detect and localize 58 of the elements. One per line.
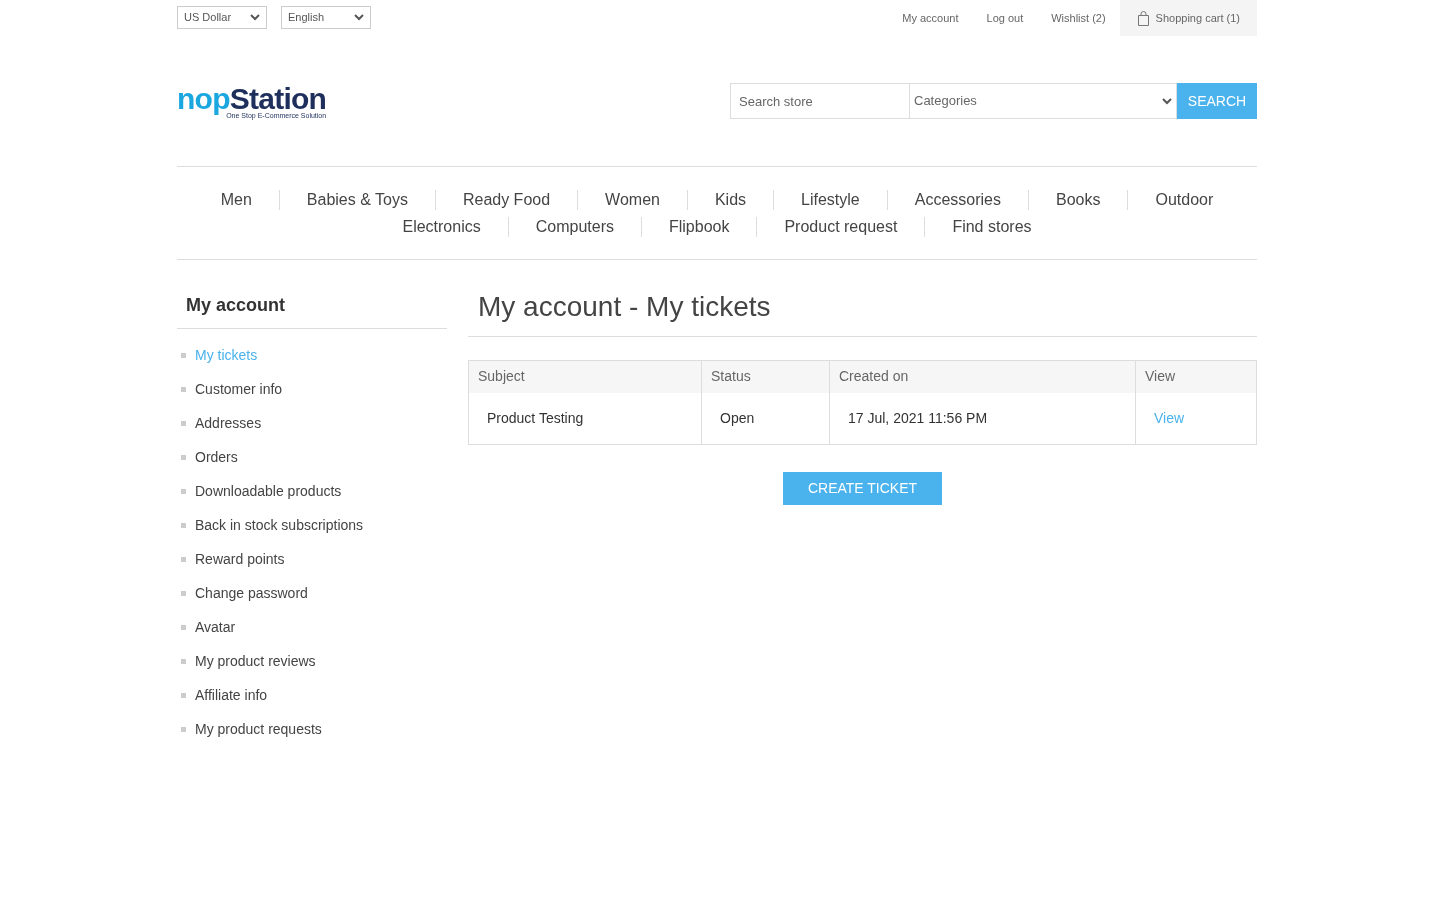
menu-link[interactable]: Women <box>577 190 687 210</box>
column-header: Status <box>701 360 830 393</box>
column-header: Subject <box>468 360 702 393</box>
menu-link[interactable]: Lifestyle <box>773 190 887 210</box>
category-select[interactable]: Categories <box>910 83 1177 119</box>
sidebar-link[interactable]: Change password <box>195 582 308 604</box>
sidebar-link[interactable]: Back in stock subscriptions <box>195 514 364 536</box>
sidebar-link[interactable]: Orders <box>195 446 238 468</box>
menu-link[interactable]: Outdoor <box>1127 190 1241 210</box>
header-link[interactable]: Log out <box>972 9 1038 27</box>
sidebar-title: My account <box>177 292 447 329</box>
sidebar-link[interactable]: Downloadable products <box>195 480 342 502</box>
sidebar-link[interactable]: My product reviews <box>195 650 316 672</box>
dropdown-select[interactable]: US Dollar <box>177 6 267 29</box>
dropdown-select[interactable]: English <box>281 6 371 29</box>
sidebar-link[interactable]: Reward points <box>195 548 285 570</box>
shopping-bag-icon <box>1136 10 1150 26</box>
header-link[interactable]: Wishlist (2) <box>1037 9 1120 27</box>
bullet-icon <box>181 488 186 494</box>
menu-link[interactable]: Flipbook <box>640 217 757 237</box>
menu-link[interactable]: Accessories <box>886 190 1028 210</box>
bullet-icon <box>181 658 186 664</box>
menu-link[interactable]: Men <box>193 190 279 210</box>
table-cell: 17 Jul, 2021 11:56 PM <box>829 392 1136 445</box>
table-cell: Open <box>701 392 830 445</box>
sidebar-link[interactable]: Addresses <box>195 412 262 434</box>
bullet-icon <box>181 556 186 562</box>
sidebar-link[interactable]: Affiliate info <box>195 684 268 706</box>
table-cell: Product Testing <box>468 392 702 445</box>
bullet-icon <box>181 692 186 698</box>
search-field[interactable]: Search store <box>730 83 910 119</box>
menu-link[interactable]: Kids <box>686 190 774 210</box>
chevron-down-icon <box>354 14 364 21</box>
menu-link[interactable]: Books <box>1028 190 1128 210</box>
bullet-icon <box>181 352 186 358</box>
chevron-down-icon <box>1162 97 1172 105</box>
column-header: Created on <box>829 360 1136 393</box>
bullet-icon <box>181 522 186 528</box>
bullet-icon <box>181 386 186 392</box>
menu-link[interactable]: Electronics <box>375 217 508 237</box>
bullet-icon <box>181 420 186 426</box>
chevron-down-icon <box>250 14 260 21</box>
menu-link[interactable]: Product request <box>756 217 925 237</box>
menu-link[interactable]: Computers <box>507 217 641 237</box>
menu-link[interactable]: Find stores <box>924 217 1059 237</box>
sidebar-link[interactable]: My product requests <box>195 718 322 740</box>
page-title: My account - My tickets <box>468 286 1257 337</box>
sidebar-link[interactable]: Customer info <box>195 378 283 400</box>
menu-link[interactable]: Babies & Toys <box>278 190 435 210</box>
bullet-icon <box>181 624 186 630</box>
bullet-icon <box>181 454 186 460</box>
bullet-icon <box>181 590 186 596</box>
shopping-cart-link[interactable]: Shopping cart (1) <box>1119 0 1257 36</box>
menu-link[interactable]: Ready Food <box>434 190 578 210</box>
bullet-icon <box>181 726 186 732</box>
column-header: View <box>1135 360 1257 393</box>
header-link[interactable]: My account <box>888 9 973 27</box>
sidebar-link[interactable]: Avatar <box>195 616 236 638</box>
